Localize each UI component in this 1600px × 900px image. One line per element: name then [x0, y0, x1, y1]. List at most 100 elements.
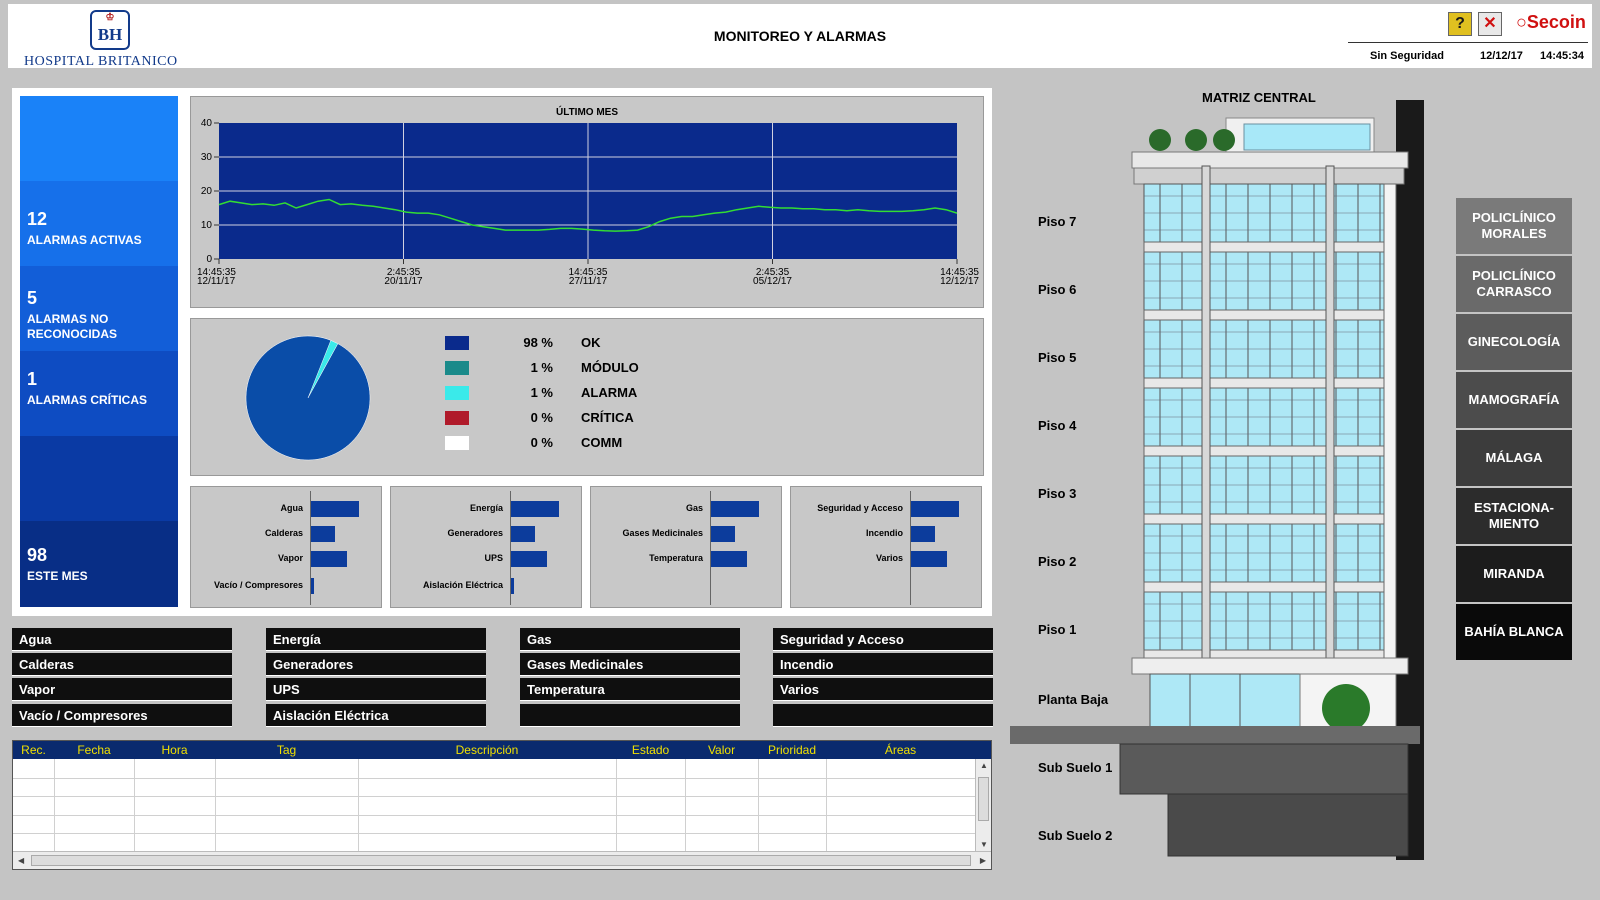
table-column-divider — [215, 759, 216, 851]
category-button-incendio[interactable]: Incendio — [773, 653, 993, 676]
site-button-label: ESTACIONA-MIENTO — [1474, 500, 1554, 531]
table-column-divider — [358, 759, 359, 851]
stat-critical-alarms[interactable]: 1 ALARMAS CRÍTICAS — [20, 351, 178, 436]
trend-ytick-label: 20 — [201, 186, 213, 197]
horizontal-scrollbar[interactable]: ◀ ▶ — [13, 851, 991, 869]
column-header-9[interactable]: Áreas — [826, 741, 975, 759]
site-button[interactable]: MIRANDA — [1456, 546, 1572, 602]
site-button[interactable]: POLICLÍNICO MORALES — [1456, 198, 1572, 254]
floor-label[interactable]: Piso 5 — [1038, 350, 1076, 365]
floor-slab — [1143, 377, 1385, 389]
category-button-empty — [773, 704, 993, 727]
floor-label[interactable]: Piso 4 — [1038, 418, 1076, 433]
site-button[interactable]: MAMOGRAFÍA — [1456, 372, 1572, 428]
stat-unacknowledged-alarms[interactable]: 5 ALARMAS NO RECONOCIDAS — [20, 266, 178, 351]
scroll-down-icon[interactable]: ▼ — [980, 840, 988, 849]
close-icon[interactable]: ✕ — [1478, 12, 1502, 36]
category-button-calderas[interactable]: Calderas — [12, 653, 232, 676]
floor-label[interactable]: Piso 6 — [1038, 282, 1076, 297]
category-bar — [311, 551, 347, 567]
site-button-label: BAHÍA BLANCA — [1464, 624, 1564, 639]
site-button[interactable]: GINECOLOGÍA — [1456, 314, 1572, 370]
legend-swatch — [445, 361, 469, 375]
month-count: 98 — [27, 545, 48, 565]
category-bar — [311, 526, 335, 542]
trend-xtick-date: 12/11/17 — [197, 276, 236, 287]
table-row-divider — [13, 833, 975, 834]
column-header-5[interactable]: Descripción — [358, 741, 616, 759]
trend-chart-panel: ÚLTIMO MES 0 10 20 30 40 14:45:35 12/11/17 2:45… — [190, 96, 984, 308]
site-button[interactable]: POLICLÍNICO CARRASCO — [1456, 256, 1572, 312]
alarm-table-header: Rec. Fecha Hora Tag Descripción Estado Valor Pr… — [13, 741, 991, 759]
table-column-divider — [758, 759, 759, 851]
column-header-1[interactable]: Rec. — [13, 741, 54, 759]
column-header-8[interactable]: Prioridad — [758, 741, 826, 759]
category-button-seguridad-y-acceso[interactable]: Seguridad y Acceso — [773, 628, 993, 651]
column-header-4[interactable]: Tag — [215, 741, 358, 759]
trend-xtick-date: 05/12/17 — [753, 276, 792, 287]
floor-label[interactable]: Piso 1 — [1038, 622, 1076, 637]
category-bar-label: Gas — [685, 503, 703, 513]
floor-label[interactable]: Sub Suelo 2 — [1038, 828, 1112, 843]
horizontal-scroll-thumb[interactable] — [31, 855, 971, 866]
ground-floor-slab — [1131, 657, 1409, 675]
category-bar-label: Energía — [469, 503, 503, 513]
column-header-3[interactable]: Hora — [134, 741, 215, 759]
trend-chart: 01020304014:45:3512/11/172:45:3520/11/17… — [197, 118, 979, 287]
active-alarms-count: 12 — [27, 209, 48, 229]
floor-label[interactable]: Planta Baja — [1038, 692, 1108, 707]
legend-swatch — [445, 436, 469, 450]
site-button[interactable]: BAHÍA BLANCA — [1456, 604, 1572, 660]
category-bar-label: Vapor — [277, 553, 303, 563]
category-button-agua[interactable]: Agua — [12, 628, 232, 651]
scroll-up-icon[interactable]: ▲ — [980, 761, 988, 770]
floor-slab — [1143, 309, 1385, 321]
category-button-temperatura[interactable]: Temperatura — [520, 678, 740, 701]
floor-label[interactable]: Piso 3 — [1038, 486, 1076, 501]
critical-label: ALARMAS CRÍTICAS — [27, 393, 147, 407]
legend-value: 1 % — [530, 360, 553, 375]
vertical-scroll-thumb[interactable] — [978, 777, 989, 821]
building-column-left — [1201, 165, 1211, 673]
site-button[interactable]: MÁLAGA — [1456, 430, 1572, 486]
column-header-2[interactable]: Fecha — [54, 741, 134, 759]
category-button-ups[interactable]: UPS — [266, 678, 486, 701]
category-button-generadores[interactable]: Generadores — [266, 653, 486, 676]
category-button-energía[interactable]: Energía — [266, 628, 486, 651]
legend-item-comm: 0 % COMM — [445, 433, 705, 453]
floor-label[interactable]: Sub Suelo 1 — [1038, 760, 1112, 775]
summary-panel: 12 ALARMAS ACTIVAS 5 ALARMAS NO RECONOCI… — [12, 88, 992, 616]
floor-slab — [1143, 513, 1385, 525]
site-button-label: POLICLÍNICO MORALES — [1472, 210, 1556, 241]
table-column-divider — [685, 759, 686, 851]
logo-text: HOSPITAL BRITANICO — [24, 54, 178, 69]
category-button-aislación-eléctrica[interactable]: Aislación Eléctrica — [266, 704, 486, 727]
category-bar — [711, 551, 747, 567]
floor-label[interactable]: Piso 7 — [1038, 214, 1076, 229]
stat-month-alarms[interactable]: 98 ESTE MES — [20, 521, 178, 607]
legend-label: OK — [581, 335, 601, 350]
category-button-varios[interactable]: Varios — [773, 678, 993, 701]
category-bar — [911, 501, 959, 517]
table-column-divider — [616, 759, 617, 851]
site-button[interactable]: ESTACIONA-MIENTO — [1456, 488, 1572, 544]
vertical-scrollbar[interactable]: ▲ ▼ — [975, 759, 991, 851]
legend-label: COMM — [581, 435, 623, 450]
site-button-label: MAMOGRAFÍA — [1468, 392, 1560, 407]
category-button-vapor[interactable]: Vapor — [12, 678, 232, 701]
scroll-left-icon[interactable]: ◀ — [18, 856, 24, 865]
floor-label[interactable]: Piso 2 — [1038, 554, 1076, 569]
category-button-vacío-compresores[interactable]: Vacío / Compresores — [12, 704, 232, 727]
category-button-gases-medicinales[interactable]: Gases Medicinales — [520, 653, 740, 676]
status-pie-chart — [245, 335, 371, 461]
column-header-6[interactable]: Estado — [616, 741, 685, 759]
ground-tree-icon — [1322, 684, 1370, 732]
help-icon[interactable]: ? — [1448, 12, 1472, 36]
header-bar: ♔ BH HOSPITAL BRITANICO MONITOREO Y ALAR… — [8, 4, 1592, 69]
category-button-gas[interactable]: Gas — [520, 628, 740, 651]
stat-active-alarms[interactable]: 12 ALARMAS ACTIVAS — [20, 181, 178, 266]
alarm-table: Rec. Fecha Hora Tag Descripción Estado Valor Pr… — [12, 740, 992, 870]
scroll-right-icon[interactable]: ▶ — [980, 856, 986, 865]
column-header-7[interactable]: Valor — [685, 741, 758, 759]
trend-xtick-date: 20/11/17 — [384, 276, 423, 287]
